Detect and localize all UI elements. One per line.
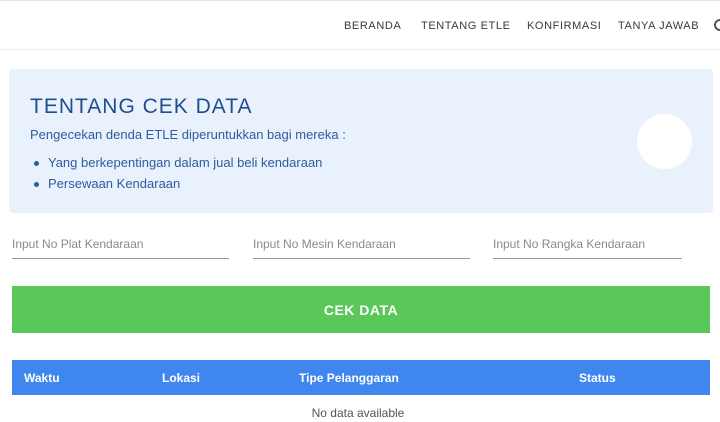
table-row: No data available	[12, 395, 710, 422]
info-bullet-list: Yang berkepentingan dalam jual beli kend…	[30, 154, 322, 196]
info-bullet-item: Yang berkepentingan dalam jual beli kend…	[30, 154, 322, 175]
cek-data-button[interactable]: CEK DATA	[12, 286, 710, 333]
decorative-circle	[637, 114, 692, 169]
column-header-waktu[interactable]: Waktu	[12, 360, 162, 395]
nav-tanya-jawab[interactable]: TANYA JAWAB	[618, 20, 699, 32]
column-header-lokasi[interactable]: Lokasi	[162, 360, 299, 395]
top-navbar: BERANDA TENTANG ETLE KONFIRMASI TANYA JA…	[0, 0, 720, 50]
nav-tentang-etle[interactable]: TENTANG ETLE	[421, 20, 511, 32]
engine-number-input[interactable]	[253, 229, 470, 259]
results-table: Waktu Lokasi Tipe Pelanggaran Status No …	[12, 360, 710, 422]
nav-konfirmasi[interactable]: KONFIRMASI	[527, 20, 601, 32]
overflow-circle-icon[interactable]	[714, 19, 720, 31]
chassis-number-input[interactable]	[493, 229, 682, 259]
info-panel: TENTANG CEK DATA Pengecekan denda ETLE d…	[9, 69, 713, 213]
column-header-tipe-pelanggaran[interactable]: Tipe Pelanggaran	[299, 360, 579, 395]
column-header-status[interactable]: Status	[579, 360, 710, 395]
info-bullet-item: Persewaan Kendaraan	[30, 175, 322, 196]
plat-number-input[interactable]	[12, 229, 229, 259]
info-title: TENTANG CEK DATA	[30, 95, 253, 118]
info-subtitle: Pengecekan denda ETLE diperuntukkan bagi…	[30, 127, 346, 142]
table-header-row: Waktu Lokasi Tipe Pelanggaran Status	[12, 360, 710, 395]
empty-table-message: No data available	[311, 405, 405, 420]
nav-beranda[interactable]: BERANDA	[344, 20, 401, 32]
